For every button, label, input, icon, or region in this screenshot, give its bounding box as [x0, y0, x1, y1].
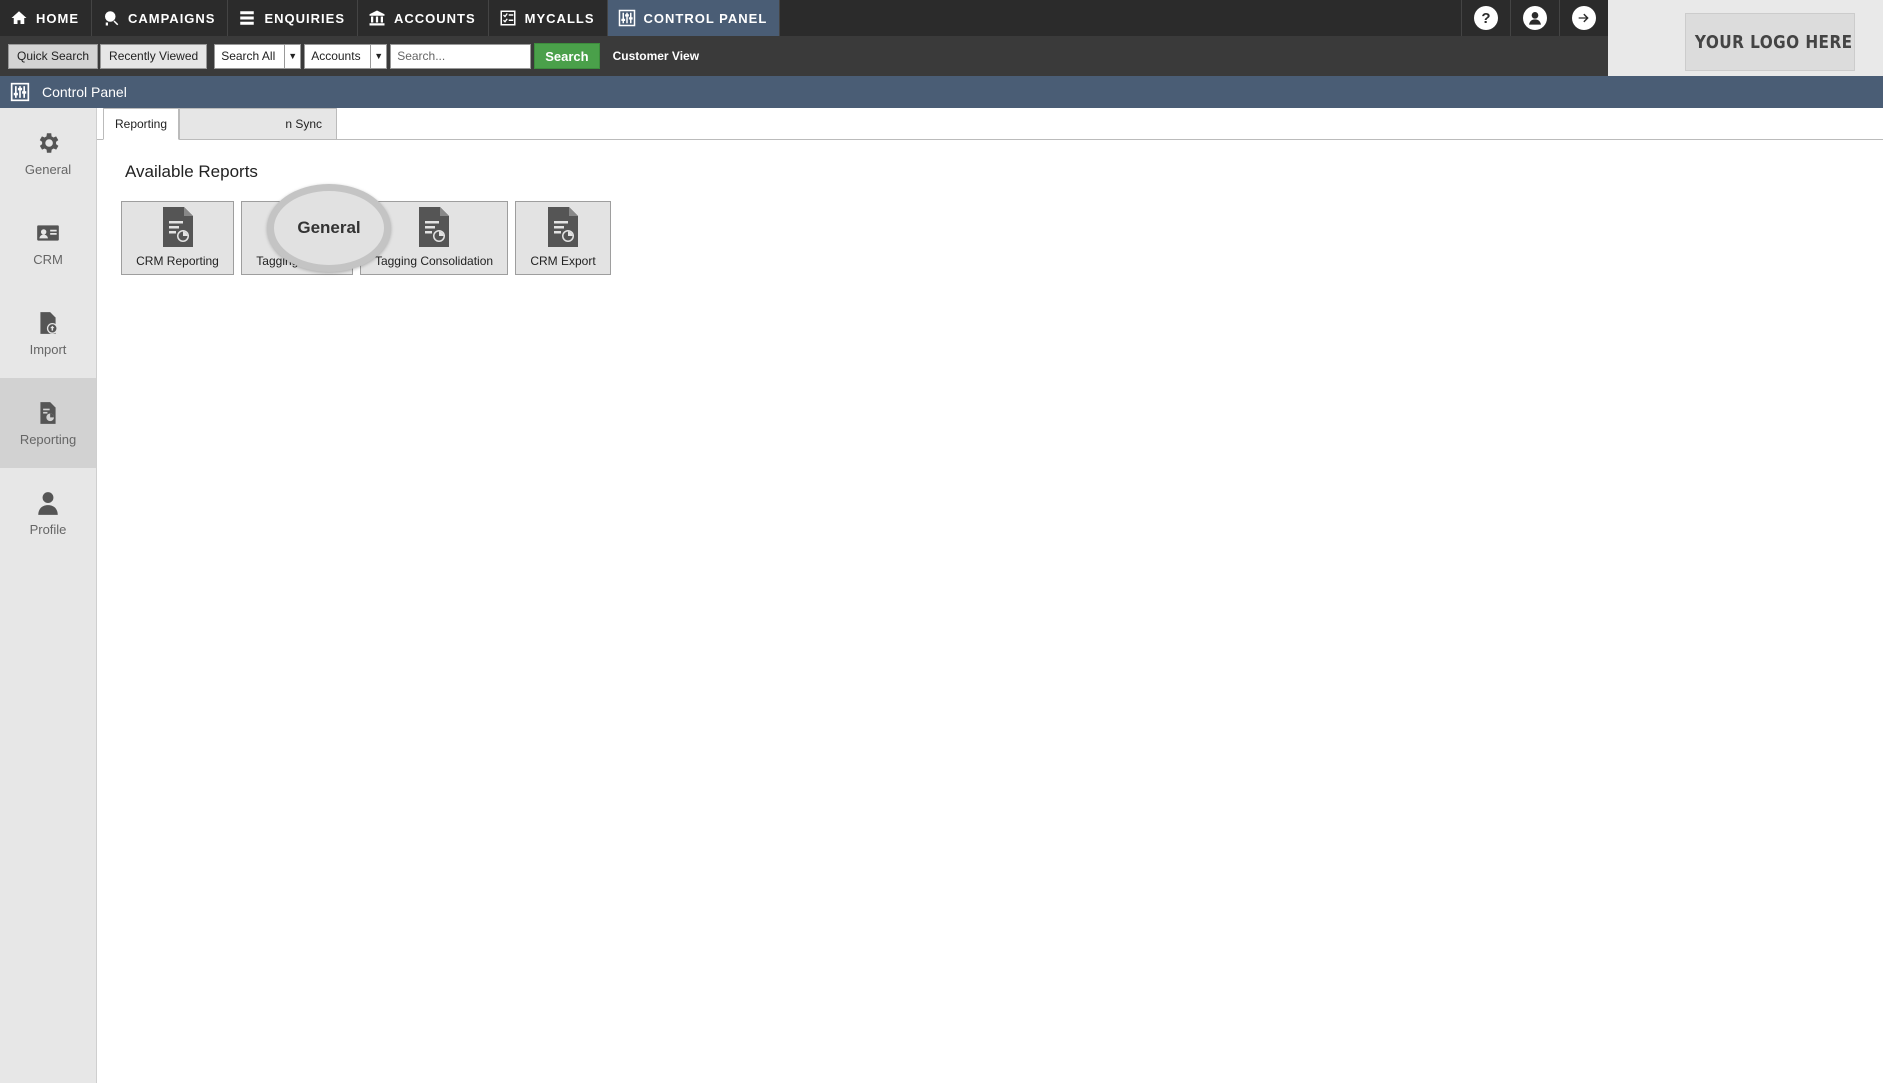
section-title: Available Reports [125, 162, 258, 181]
chevron-down-icon: ▼ [370, 44, 386, 68]
tab-data-sync[interactable]: n Sync [179, 108, 337, 140]
user-button[interactable] [1510, 0, 1559, 36]
sidebar-item-label: CRM [33, 251, 63, 267]
mycalls-icon [500, 10, 516, 26]
nav-mycalls-label: MYCALLS [524, 10, 595, 26]
crm-reporting-button[interactable]: CRM Reporting [121, 201, 234, 275]
campaigns-icon [105, 11, 119, 26]
search-button[interactable]: Search [534, 43, 600, 69]
sidebar-item-label: Import [29, 341, 67, 357]
search-input[interactable] [390, 43, 532, 69]
tab-label: Reporting [114, 117, 168, 131]
tab-bar: n Sync Reporting [97, 108, 1883, 140]
nav-home-label: HOME [36, 10, 79, 26]
sidebar-item-reporting[interactable]: Reporting [0, 378, 96, 468]
nav-accounts-label: ACCOUNTS [394, 10, 476, 26]
sidebar-item-label: General [24, 161, 72, 177]
gear-icon [39, 132, 59, 153]
main-content: n Sync Reporting General Available Repor… [97, 108, 1883, 1083]
quick-search-button[interactable]: Quick Search [8, 43, 99, 69]
sidebar-item-crm[interactable]: CRM [0, 198, 96, 288]
nav-campaigns-label: CAMPAIGNS [128, 10, 216, 26]
sidebar: General CRM Import Reporting Profile [0, 108, 97, 1083]
report-button-label: Tagging Consolidation [374, 254, 494, 268]
logo-text: YOUR LOGO HERE [1695, 31, 1853, 53]
report-button-label: CRM Reporting [136, 254, 219, 268]
profile-icon [38, 491, 58, 515]
logout-icon [1578, 13, 1589, 23]
nav-control-panel[interactable]: CONTROL PANEL [607, 0, 781, 36]
enquiries-icon [240, 11, 255, 25]
sidebar-item-label: Profile [29, 521, 67, 537]
crm-export-button[interactable]: CRM Export [515, 201, 611, 275]
nav-home[interactable]: HOME [0, 0, 92, 36]
tab-reporting[interactable]: Reporting [103, 108, 179, 140]
user-icon [1529, 12, 1541, 25]
nav-mycalls[interactable]: MYCALLS [489, 0, 608, 36]
nav-campaigns[interactable]: CAMPAIGNS [92, 0, 229, 36]
chevron-down-icon: ▼ [284, 44, 300, 68]
search-bar: Quick Search Recently Viewed Search All … [0, 36, 1608, 76]
customer-view-link[interactable]: Customer View [613, 49, 699, 63]
reporting-icon [40, 401, 56, 424]
control-panel-icon [618, 9, 635, 27]
search-scope-value: Search All [221, 49, 276, 63]
report-document-icon [548, 207, 578, 247]
page-header: Control Panel [0, 76, 1883, 108]
help-button[interactable]: ? [1461, 0, 1510, 36]
tab-label: n Sync [285, 117, 322, 131]
zoom-magnifier-overlay: General [267, 184, 391, 272]
logout-button[interactable] [1559, 0, 1608, 36]
logo-area: YOUR LOGO HERE [1608, 0, 1883, 76]
top-navigation: HOME CAMPAIGNS ENQUIRIES ACCOUNTS MYCALL… [0, 0, 1608, 36]
accounts-icon [369, 10, 385, 26]
sidebar-item-label: Reporting [19, 431, 77, 447]
control-panel-icon [10, 82, 30, 102]
import-icon [40, 311, 58, 334]
report-document-icon [419, 207, 449, 247]
nav-control-panel-label: CONTROL PANEL [643, 10, 768, 26]
sidebar-item-general[interactable]: General [0, 108, 96, 198]
logo-placeholder: YOUR LOGO HERE [1685, 13, 1855, 71]
nav-accounts[interactable]: ACCOUNTS [358, 0, 489, 36]
search-scope-select[interactable]: Search All ▼ [214, 43, 302, 69]
sidebar-item-profile[interactable]: Profile [0, 468, 96, 558]
magnified-text: General [297, 218, 361, 237]
nav-enquiries-label: ENQUIRIES [264, 10, 345, 26]
help-icon: ? [1481, 9, 1491, 27]
search-entity-value: Accounts [311, 49, 361, 63]
crm-card-icon [37, 224, 59, 241]
recently-viewed-button[interactable]: Recently Viewed [100, 43, 208, 69]
report-document-icon [162, 207, 193, 247]
search-entity-select[interactable]: Accounts ▼ [304, 43, 388, 69]
report-button-label: CRM Export [530, 254, 596, 268]
sidebar-item-import[interactable]: Import [0, 288, 96, 378]
home-icon [11, 11, 27, 24]
nav-enquiries[interactable]: ENQUIRIES [228, 0, 358, 36]
page-title: Control Panel [42, 84, 127, 100]
